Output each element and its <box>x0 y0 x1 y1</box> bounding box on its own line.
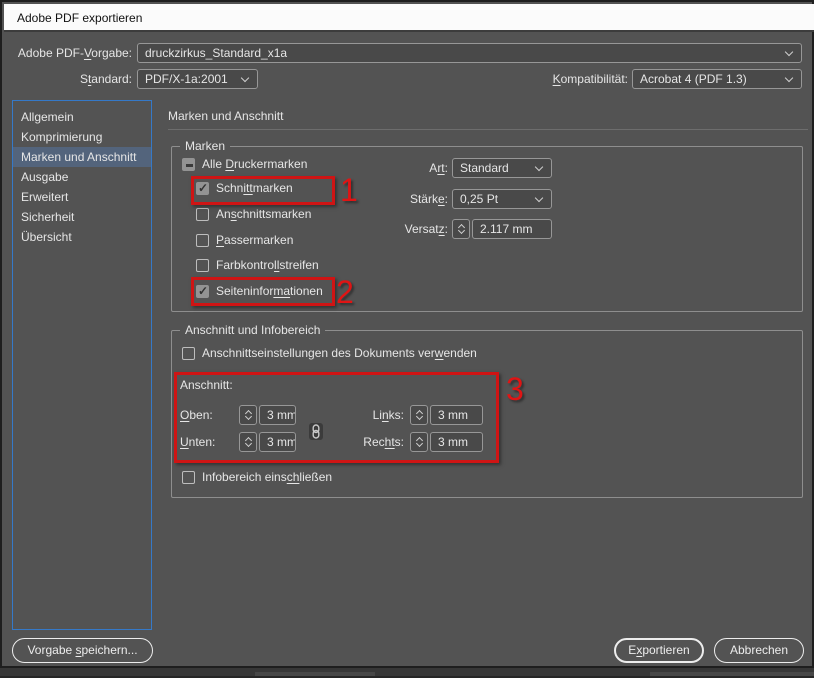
save-preset-button[interactable]: Vorgabe speichern... <box>12 638 153 663</box>
sidebar-item-ausgabe[interactable]: Ausgabe <box>13 167 151 187</box>
standard-value: PDF/X-1a:2001 <box>145 72 228 86</box>
background-window-strip <box>0 668 814 678</box>
bleed-marks-label: Anschnittsmarken <box>216 207 311 221</box>
chevron-down-icon <box>535 163 543 171</box>
preset-dropdown[interactable]: druckzirkus_Standard_x1a <box>137 43 802 63</box>
screenshot: Adobe PDF exportieren Adobe PDF-Vorgabe:… <box>0 0 814 678</box>
annotation-number-2: 2 <box>336 276 354 308</box>
sidebar-item-uebersicht[interactable]: Übersicht <box>13 227 151 247</box>
chevron-down-icon <box>785 74 793 82</box>
chevron-down-icon <box>785 48 793 56</box>
include-slug-checkbox[interactable]: Infobereich einschließen <box>182 470 332 484</box>
annotation-box-1 <box>191 176 335 205</box>
annotation-number-3: 3 <box>506 373 524 405</box>
export-button[interactable]: Exportieren <box>614 638 704 663</box>
bleed-group-legend: Anschnitt und Infobereich <box>180 323 325 337</box>
include-slug-label: Infobereich einschließen <box>202 470 332 484</box>
dialog-titlebar: Adobe PDF exportieren <box>4 4 814 32</box>
mark-type-label: Art: <box>348 158 448 178</box>
chevron-down-icon <box>241 74 249 82</box>
chevron-down-icon <box>535 194 543 202</box>
checkbox-mixed-icon[interactable] <box>182 158 195 171</box>
compatibility-label: Kompatibilität: <box>492 69 628 89</box>
checkbox-unchecked-icon[interactable] <box>196 208 209 221</box>
dialog-title: Adobe PDF exportieren <box>17 11 142 25</box>
export-pdf-dialog: Adobe PDF exportieren Adobe PDF-Vorgabe:… <box>0 0 814 668</box>
mark-weight-label: Stärke: <box>348 189 448 209</box>
checkbox-unchecked-icon[interactable] <box>182 347 195 360</box>
sidebar-item-marken-und-anschnitt[interactable]: Marken und Anschnitt <box>13 147 151 167</box>
marks-group-legend: Marken <box>180 139 230 153</box>
cancel-button[interactable]: Abbrechen <box>714 638 804 663</box>
sidebar-item-allgemein[interactable]: Allgemein <box>13 107 151 127</box>
checkbox-unchecked-icon[interactable] <box>196 234 209 247</box>
mark-offset-input[interactable]: 2.117 mm <box>472 219 552 239</box>
registration-marks-label: Passermarken <box>216 233 293 247</box>
page-title: Marken und Anschnitt <box>168 106 283 126</box>
color-bars-label: Farbkontrollstreifen <box>216 258 319 272</box>
mark-type-dropdown[interactable]: Standard <box>452 158 552 178</box>
sidebar-item-erweitert[interactable]: Erweitert <box>13 187 151 207</box>
sidebar-item-sicherheit[interactable]: Sicherheit <box>13 207 151 227</box>
checkbox-unchecked-icon[interactable] <box>182 471 195 484</box>
mark-weight-dropdown[interactable]: 0,25 Pt <box>452 189 552 209</box>
annotation-box-2 <box>191 277 335 306</box>
sidebar-item-komprimierung[interactable]: Komprimierung <box>13 127 151 147</box>
mark-offset-value: 2.117 mm <box>480 222 532 236</box>
preset-label: Adobe PDF-Vorgabe: <box>4 43 132 63</box>
compatibility-value: Acrobat 4 (PDF 1.3) <box>640 72 747 86</box>
bleed-marks-checkbox[interactable]: Anschnittsmarken <box>196 207 311 221</box>
checkbox-unchecked-icon[interactable] <box>196 259 209 272</box>
registration-marks-checkbox[interactable]: Passermarken <box>196 233 293 247</box>
color-bars-checkbox[interactable]: Farbkontrollstreifen <box>196 258 319 272</box>
mark-type-value: Standard <box>460 161 509 175</box>
use-document-bleed-label: Anschnittseinstellungen des Dokuments ve… <box>202 346 477 360</box>
heading-divider <box>168 129 808 130</box>
compatibility-dropdown[interactable]: Acrobat 4 (PDF 1.3) <box>632 69 802 89</box>
mark-offset-stepper[interactable] <box>452 219 470 239</box>
standard-label: Standard: <box>4 69 132 89</box>
mark-weight-value: 0,25 Pt <box>460 192 498 206</box>
annotation-box-3 <box>174 372 499 463</box>
all-printer-marks-checkbox[interactable]: Alle Druckermarken <box>182 157 307 171</box>
standard-dropdown[interactable]: PDF/X-1a:2001 <box>137 69 258 89</box>
mark-offset-label: Versatz: <box>348 219 448 239</box>
all-printer-marks-label: Alle Druckermarken <box>202 157 307 171</box>
use-document-bleed-checkbox[interactable]: Anschnittseinstellungen des Dokuments ve… <box>182 346 477 360</box>
settings-section-list: Allgemein Komprimierung Marken und Ansch… <box>12 100 152 630</box>
preset-value: druckzirkus_Standard_x1a <box>145 46 287 60</box>
annotation-number-1: 1 <box>340 174 358 206</box>
